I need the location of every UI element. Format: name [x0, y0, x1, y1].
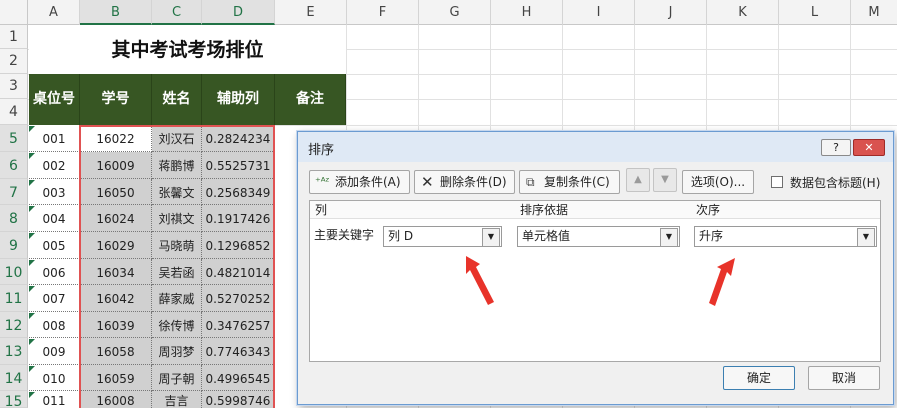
error-indicator-icon [29, 286, 35, 292]
annotation-arrow-icon [466, 256, 494, 305]
add-sort-icon: ⁺ᴬᶻ [315, 175, 330, 188]
annotation-arrow-icon [709, 258, 735, 306]
copy-icon: ⧉ [526, 175, 535, 189]
cell-seat[interactable]: 006 [29, 259, 80, 285]
column-header-l[interactable]: L [779, 0, 851, 25]
cancel-button[interactable]: 取消 [808, 366, 880, 390]
header-name[interactable]: 姓名 [152, 74, 202, 125]
dialog-title: 排序 [308, 143, 335, 158]
header-seat[interactable]: 桌位号 [29, 74, 80, 125]
add-condition-button[interactable]: ⁺ᴬᶻ 添加条件(A) [309, 170, 410, 194]
column-header-a[interactable]: A [28, 0, 80, 25]
error-indicator-icon [29, 126, 35, 132]
cell-seat[interactable]: 003 [29, 179, 80, 205]
error-indicator-icon [29, 366, 35, 372]
column-header-k[interactable]: K [707, 0, 779, 25]
cell-seat[interactable]: 009 [29, 338, 80, 365]
error-indicator-icon [29, 153, 35, 159]
column-select[interactable]: 列 D ▼ [383, 226, 502, 247]
header-checkbox[interactable] [771, 176, 783, 188]
add-condition-label: 添加条件(A) [335, 175, 401, 189]
error-indicator-icon [29, 206, 35, 212]
row-header-1[interactable]: 1 [0, 25, 28, 49]
header-helper[interactable]: 辅助列 [202, 74, 275, 125]
row-header-7[interactable]: 7 [0, 179, 28, 205]
sort-list-header: 列 排序依据 次序 [310, 201, 880, 219]
order-select[interactable]: 升序 ▼ [694, 226, 877, 247]
row-header-15[interactable]: 15 [0, 391, 28, 408]
column-select-value: 列 D [388, 229, 414, 243]
sort-levels-list: 列 排序依据 次序 主要关键字 列 D ▼ 单元格值 ▼ 升序 ▼ [309, 200, 881, 362]
sort-dialog: 排序 ? ✕ ⁺ᴬᶻ 添加条件(A) ✕ 删除条件(D) ⧉ 复制条件(C) ▲… [297, 131, 894, 405]
error-indicator-icon [29, 392, 35, 398]
error-indicator-icon [29, 260, 35, 266]
primary-key-label: 主要关键字 [314, 228, 375, 242]
cell-seat[interactable]: 011 [29, 391, 80, 408]
triangle-down-icon: ▼ [661, 174, 669, 185]
column-header-g[interactable]: G [419, 0, 491, 25]
chevron-down-icon[interactable]: ▼ [660, 228, 678, 247]
column-header-c[interactable]: C [152, 0, 202, 25]
column-header-m[interactable]: M [851, 0, 897, 25]
delete-x-icon: ✕ [421, 173, 434, 191]
error-indicator-icon [29, 180, 35, 186]
header-notes[interactable]: 备注 [275, 74, 346, 125]
column-header-b[interactable]: B [80, 0, 152, 25]
row-header-6[interactable]: 6 [0, 152, 28, 179]
delete-condition-label: 删除条件(D) [440, 175, 507, 189]
column-header-label: 列 [315, 203, 328, 217]
sort-level-row[interactable]: 主要关键字 列 D ▼ 单元格值 ▼ 升序 ▼ [310, 220, 880, 250]
row-header-2[interactable]: 2 [0, 49, 28, 74]
row-header-9[interactable]: 9 [0, 232, 28, 259]
options-button[interactable]: 选项(O)... [682, 170, 754, 194]
dialog-titlebar[interactable]: 排序 ? ✕ [298, 132, 893, 162]
cell-seat[interactable]: 008 [29, 312, 80, 338]
sheet-title[interactable]: 其中考试考场排位 [29, 26, 346, 74]
selection-highlight [79, 125, 275, 408]
move-down-button[interactable]: ▼ [653, 168, 677, 192]
column-header-f[interactable]: F [347, 0, 419, 25]
column-header-i[interactable]: I [563, 0, 635, 25]
header-checkbox-label[interactable]: 数据包含标题(H) [790, 174, 880, 191]
sort-on-select[interactable]: 单元格值 ▼ [517, 226, 680, 247]
row-header-13[interactable]: 13 [0, 338, 28, 365]
error-indicator-icon [29, 313, 35, 319]
chevron-down-icon[interactable]: ▼ [482, 228, 500, 247]
cell-seat[interactable]: 010 [29, 365, 80, 391]
row-header-5[interactable]: 5 [0, 125, 28, 152]
error-indicator-icon [29, 339, 35, 345]
header-student-id[interactable]: 学号 [80, 74, 152, 125]
sort-on-header-label: 排序依据 [520, 203, 569, 217]
row-header-4[interactable]: 4 [0, 99, 28, 125]
triangle-up-icon: ▲ [634, 174, 642, 185]
error-indicator-icon [29, 233, 35, 239]
cell-seat[interactable]: 004 [29, 205, 80, 232]
row-header-8[interactable]: 8 [0, 205, 28, 232]
cell-seat[interactable]: 005 [29, 232, 80, 259]
row-header-3[interactable]: 3 [0, 74, 28, 99]
row-header-10[interactable]: 10 [0, 259, 28, 285]
copy-condition-button[interactable]: ⧉ 复制条件(C) [519, 170, 620, 194]
select-all-corner[interactable] [0, 0, 28, 25]
cell-seat[interactable]: 007 [29, 285, 80, 312]
help-button[interactable]: ? [821, 139, 851, 156]
chevron-down-icon[interactable]: ▼ [857, 228, 875, 247]
ok-button[interactable]: 确定 [723, 366, 795, 390]
delete-condition-button[interactable]: ✕ 删除条件(D) [414, 170, 515, 194]
cell-seat[interactable]: 001 [29, 125, 80, 152]
order-header-label: 次序 [696, 203, 721, 217]
column-header-h[interactable]: H [491, 0, 563, 25]
close-button[interactable]: ✕ [853, 139, 885, 156]
column-header-j[interactable]: J [635, 0, 707, 25]
row-header-14[interactable]: 14 [0, 365, 28, 391]
order-select-value: 升序 [699, 229, 724, 243]
cell-seat[interactable]: 002 [29, 152, 80, 179]
row-header-11[interactable]: 11 [0, 285, 28, 312]
row-header-12[interactable]: 12 [0, 312, 28, 338]
copy-condition-label: 复制条件(C) [544, 175, 610, 189]
move-up-button[interactable]: ▲ [626, 168, 650, 192]
column-header-d[interactable]: D [202, 0, 275, 25]
sort-on-select-value: 单元格值 [522, 229, 571, 243]
column-header-e[interactable]: E [275, 0, 347, 25]
